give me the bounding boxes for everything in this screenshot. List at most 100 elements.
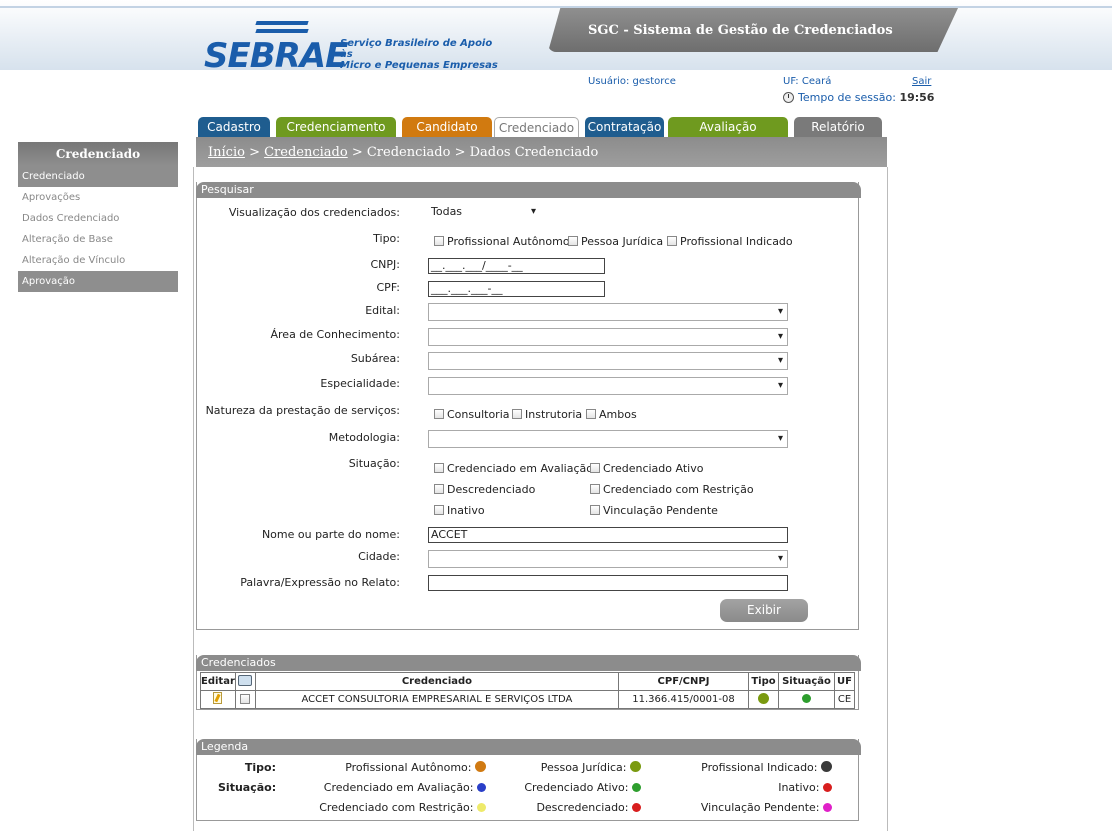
sebrae-logo: SEBRAE Serviço Brasileiro de Apoio às Mi… [204, 20, 504, 76]
row-checkbox[interactable] [240, 693, 251, 704]
legend-text: Descredenciado: [536, 801, 629, 814]
breadcrumb-home[interactable]: Início [208, 145, 245, 160]
legend-profissional-indicado: Profissional Indicado: [660, 761, 832, 774]
especialidade-select[interactable] [428, 377, 788, 395]
exibir-button[interactable]: Exibir [720, 599, 808, 622]
legend-descredenciado: Descredenciado: [480, 801, 641, 814]
checkbox-label: Profissional Autônomo [447, 235, 570, 248]
checkbox-box[interactable] [667, 236, 677, 246]
checkbox-box[interactable] [434, 236, 444, 246]
print-icon[interactable] [238, 675, 253, 686]
legend-text: Profissional Indicado: [701, 761, 818, 774]
tab-candidato[interactable]: Candidato [402, 117, 492, 137]
checkbox-box[interactable] [590, 505, 600, 515]
checkbox-box[interactable] [434, 484, 444, 494]
breadcrumb: Início > Credenciado > Credenciado > Dad… [208, 145, 598, 160]
view-select[interactable]: Todas [428, 204, 540, 222]
col-uf: UF [834, 672, 855, 691]
edit-icon[interactable] [213, 692, 223, 704]
checkbox-vinculacao-pendente[interactable]: Vinculação Pendente [590, 504, 718, 517]
palavra-field[interactable] [428, 575, 788, 591]
cnpj-label: CNPJ: [370, 258, 401, 271]
checkbox-descredenciado[interactable]: Descredenciado [434, 483, 535, 496]
checkbox-pessoa-juridica[interactable]: Pessoa Jurídica [568, 235, 663, 248]
edital-select[interactable] [428, 303, 788, 321]
table-row: ACCET CONSULTORIA EMPRESARIAL E SERVIÇOS… [200, 690, 855, 709]
logo-word: SEBRAE [204, 36, 348, 76]
checkbox-ambos[interactable]: Ambos [586, 408, 637, 421]
uf-info: UF: Ceará [783, 76, 832, 87]
checkbox-label: Credenciado Ativo [603, 462, 704, 475]
checkbox-credenciado-com-restricao[interactable]: Credenciado com Restrição [590, 483, 754, 496]
checkbox-consultoria[interactable]: Consultoria [434, 408, 510, 421]
sidebar-item-alteracao-vinculo[interactable]: Alteração de Vínculo [18, 250, 178, 271]
checkbox-box[interactable] [512, 409, 522, 419]
checkbox-credenciado-em-avaliacao[interactable]: Credenciado em Avaliação [434, 462, 593, 475]
metodologia-label: Metodologia: [328, 431, 400, 444]
checkbox-box[interactable] [590, 484, 600, 494]
checkbox-label: Consultoria [447, 408, 510, 421]
area-label: Área de Conhecimento: [270, 328, 401, 341]
checkbox-box[interactable] [434, 505, 444, 515]
tab-credenciado[interactable]: Credenciado [494, 117, 579, 137]
cpf-field[interactable]: ___.___.___-__ [428, 281, 605, 297]
sidebar-item-alteracao-base[interactable]: Alteração de Base [18, 229, 178, 250]
checkbox-label: Instrutoria [525, 408, 583, 421]
sidebar-item-aprovacao[interactable]: Aprovação [18, 271, 178, 292]
checkbox-label: Credenciado com Restrição [603, 483, 754, 496]
edital-label: Edital: [365, 304, 400, 317]
checkbox-inativo[interactable]: Inativo [434, 504, 485, 517]
breadcrumb-rest: > Credenciado > Dados Credenciado [347, 145, 599, 160]
col-credenciado: Credenciado [254, 672, 620, 691]
logout-link[interactable]: Sair [912, 76, 931, 87]
cnpj-field[interactable]: __.___.___/____-__ [428, 258, 605, 274]
checkbox-box[interactable] [434, 409, 444, 419]
checkbox-profissional-autonomo[interactable]: Profissional Autônomo [434, 235, 570, 248]
legend-inativo: Inativo: [700, 781, 832, 794]
tab-credenciamento[interactable]: Credenciamento [276, 117, 396, 137]
row-credenciado[interactable]: ACCET CONSULTORIA EMPRESARIAL E SERVIÇOS… [254, 690, 620, 709]
legend-situacao-label: Situação: [218, 781, 276, 794]
tab-contratacao[interactable]: Contratação [585, 117, 664, 137]
edit-cell[interactable] [200, 690, 236, 709]
breadcrumb-credenciado[interactable]: Credenciado [264, 145, 348, 160]
checkbox-instrutoria[interactable]: Instrutoria [512, 408, 582, 421]
tab-cadastro[interactable]: Cadastro [198, 117, 270, 137]
area-select[interactable] [428, 328, 788, 346]
checkbox-label: Profissional Indicado [680, 235, 793, 248]
checkbox-box[interactable] [586, 409, 596, 419]
legend-text: Inativo: [778, 781, 820, 794]
legend-tipo-label: Tipo: [220, 761, 276, 774]
cidade-select[interactable] [428, 550, 788, 568]
subarea-select[interactable] [428, 352, 788, 370]
nome-field[interactable]: ACCET [428, 527, 788, 543]
sidebar-item-dados-credenciado[interactable]: Dados Credenciado [18, 208, 178, 229]
tab-relatorio[interactable]: Relatório [794, 117, 882, 137]
legend-text: Credenciado Ativo: [524, 781, 629, 794]
system-title: SGC - Sistema de Gestão de Credenciados [588, 23, 893, 38]
sidebar-item-credenciado[interactable]: Credenciado [18, 166, 178, 187]
user-info: Usuário: gestorce [588, 76, 676, 87]
results-panel-title: Credenciados [196, 655, 861, 671]
row-uf: CE [834, 690, 855, 709]
system-panel: SGC - Sistema de Gestão de Credenciados [548, 0, 968, 70]
tab-avaliacao[interactable]: Avaliação [668, 117, 788, 137]
legend-dot-icon [632, 783, 641, 792]
checkbox-label: Inativo [447, 504, 485, 517]
col-print[interactable] [234, 672, 256, 691]
select-cell[interactable] [234, 690, 256, 709]
checkbox-box[interactable] [590, 463, 600, 473]
situacao-label: Situação: [348, 457, 400, 470]
search-panel-title: Pesquisar [196, 182, 861, 198]
session-time: 19:56 [899, 91, 935, 104]
col-editar: Editar [200, 672, 236, 691]
row-cpf-cnpj: 11.366.415/0001-08 [618, 690, 749, 709]
situacao-status-icon [802, 694, 811, 703]
legend-dot-icon [475, 761, 486, 772]
metodologia-select[interactable] [428, 430, 788, 448]
checkbox-profissional-indicado[interactable]: Profissional Indicado [667, 235, 793, 248]
checkbox-box[interactable] [568, 236, 578, 246]
sidebar-item-aprovacoes[interactable]: Aprovações [18, 187, 178, 208]
checkbox-credenciado-ativo[interactable]: Credenciado Ativo [590, 462, 703, 475]
checkbox-box[interactable] [434, 463, 444, 473]
